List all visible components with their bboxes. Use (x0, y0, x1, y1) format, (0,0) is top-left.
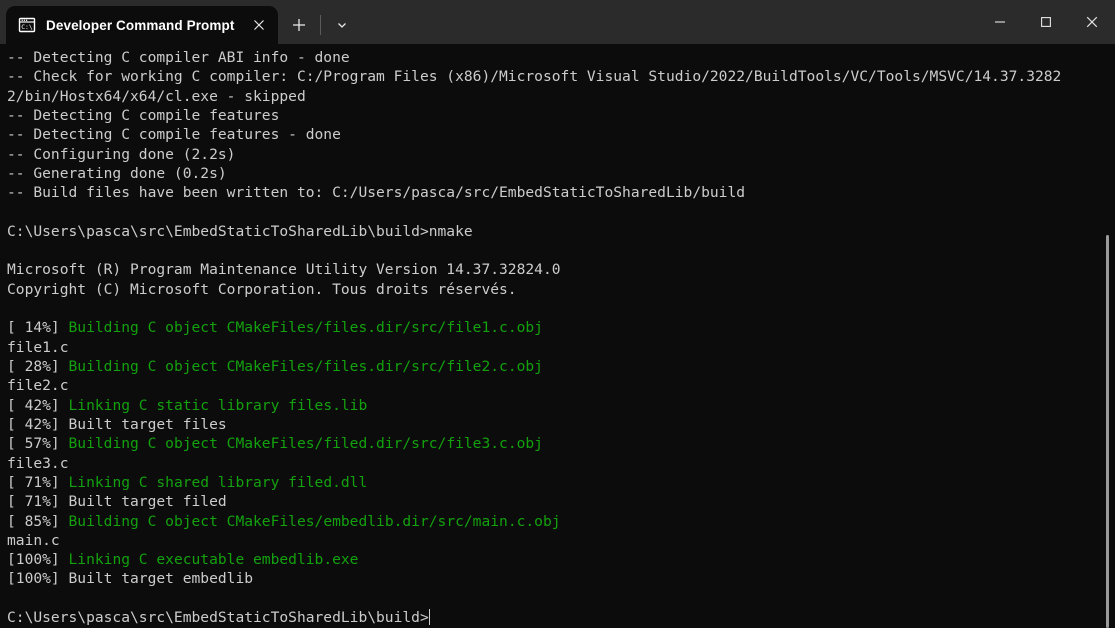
terminal-text: [ 42%] Built target files (7, 415, 227, 433)
terminal-text: C:\Users\pasca\src\EmbedStaticToSharedLi… (7, 609, 429, 627)
text-cursor (428, 609, 431, 626)
terminal-line: C:\Users\pasca\src\EmbedStaticToSharedLi… (7, 608, 1115, 627)
terminal-text: [ 71%] (7, 473, 69, 491)
maximize-icon[interactable] (1023, 0, 1069, 44)
terminal-text: -- Generating done (0.2s) (7, 164, 227, 182)
terminal-text: -- Build files have been written to: C:/… (7, 184, 746, 202)
terminal-text-green: Linking C executable embedlib.exe (68, 551, 359, 569)
terminal-text-green: Building C object CMakeFiles/files.dir/s… (68, 319, 543, 337)
scrollbar-thumb[interactable] (1106, 235, 1109, 628)
terminal-line: C:\Users\pasca\src\EmbedStaticToSharedLi… (7, 222, 1115, 241)
terminal-line: main.c (7, 531, 1115, 550)
terminal-line: -- Generating done (0.2s) (7, 164, 1115, 183)
terminal-text-green: Building C object CMakeFiles/filed.dir/s… (68, 435, 543, 453)
terminal-line: [100%] Linking C executable embedlib.exe (7, 550, 1115, 569)
terminal-text: -- Check for working C compiler: C:/Prog… (7, 68, 1062, 86)
new-tab-area (282, 6, 359, 44)
title-bar[interactable]: C:\ Developer Command Prompt (0, 0, 1115, 44)
terminal-line: Copyright (C) Microsoft Corporation. Tou… (7, 280, 1115, 299)
terminal-viewport[interactable]: -- Detecting C compiler ABI info - done -… (0, 44, 1115, 628)
terminal-line: -- Detecting C compile features (7, 106, 1115, 125)
terminal-line: [ 57%] Building C object CMakeFiles/file… (7, 434, 1115, 453)
minimize-icon[interactable] (977, 0, 1023, 44)
terminal-text: -- Detecting C compiler ABI info - done (7, 49, 350, 66)
terminal-text: [ 28%] (7, 358, 69, 375)
plus-icon[interactable] (282, 10, 316, 40)
terminal-text: [100%] Built target embedlib (7, 570, 254, 588)
terminal-text: file3.c (7, 454, 69, 472)
terminal-line: [ 42%] Built target files (7, 415, 1115, 434)
terminal-line: [ 71%] Linking C shared library filed.dl… (7, 473, 1115, 492)
terminal-line: [ 85%] Building C object CMakeFiles/embe… (7, 512, 1115, 531)
terminal-text: 2/bin/Hostx64/x64/cl.exe - skipped (7, 87, 306, 105)
close-icon[interactable] (1069, 0, 1115, 44)
tab-title: Developer Command Prompt (46, 17, 235, 33)
terminal-text: [ 71%] Built target filed (7, 493, 227, 511)
close-icon[interactable] (246, 12, 272, 38)
terminal-line: 2/bin/Hostx64/x64/cl.exe - skipped (7, 87, 1115, 106)
window-controls (977, 0, 1115, 44)
terminal-text: [ 42%] (7, 396, 69, 414)
terminal-line: file3.c (7, 454, 1115, 473)
terminal-text: -- Detecting C compile features (7, 106, 280, 124)
terminal-line: Microsoft (R) Program Maintenance Utilit… (7, 260, 1115, 279)
terminal-text-green: Building C object CMakeFiles/files.dir/s… (68, 358, 543, 375)
terminal-text: -- Detecting C compile features - done (7, 126, 341, 144)
terminal-line: file1.c (7, 338, 1115, 357)
terminal-output[interactable]: -- Detecting C compiler ABI info - done -… (7, 48, 1115, 627)
terminal-line: [100%] Built target embedlib (7, 569, 1115, 588)
terminal-text: [ 14%] (7, 319, 69, 337)
tab-strip: C:\ Developer Command Prompt (0, 0, 359, 44)
chevron-down-icon[interactable] (325, 10, 359, 40)
terminal-line: [ 42%] Linking C static library files.li… (7, 396, 1115, 415)
terminal-line: [ 28%] Building C object CMakeFiles/file… (7, 357, 1115, 376)
terminal-text: main.c (7, 531, 60, 549)
terminal-text: file2.c (7, 377, 69, 395)
terminal-text: [ 57%] (7, 435, 69, 453)
terminal-text: [100%] (7, 551, 69, 569)
terminal-text-green: Building C object CMakeFiles/embedlib.di… (68, 512, 561, 530)
terminal-line: file2.c (7, 376, 1115, 395)
terminal-text: Copyright (C) Microsoft Corporation. Tou… (7, 280, 517, 298)
toolbar-separator (320, 15, 322, 35)
svg-text:C:\: C:\ (21, 23, 33, 31)
terminal-line: -- Detecting C compile features - done (7, 125, 1115, 144)
terminal-text: C:\Users\pasca\src\EmbedStaticToSharedLi… (7, 222, 473, 240)
terminal-text: Microsoft (R) Program Maintenance Utilit… (7, 261, 561, 279)
terminal-line: -- Configuring done (2.2s) (7, 145, 1115, 164)
tab-developer-command-prompt[interactable]: C:\ Developer Command Prompt (6, 6, 279, 44)
terminal-line: [ 71%] Built target filed (7, 492, 1115, 511)
terminal-text: [ 85%] (7, 512, 69, 530)
terminal-line: [ 14%] Building C object CMakeFiles/file… (7, 318, 1115, 337)
terminal-text: file1.c (7, 338, 69, 356)
terminal-line: -- Detecting C compiler ABI info - done (7, 48, 1115, 67)
terminal-line: -- Build files have been written to: C:/… (7, 183, 1115, 202)
terminal-text-green: Linking C static library files.lib (68, 396, 368, 414)
terminal-window: C:\ Developer Command Prompt -- Detectin… (0, 0, 1115, 628)
vertical-scrollbar[interactable] (1099, 44, 1113, 628)
terminal-line: -- Check for working C compiler: C:/Prog… (7, 67, 1115, 86)
terminal-text-green: Linking C shared library filed.dll (68, 473, 368, 491)
command-prompt-icon: C:\ (18, 16, 36, 34)
terminal-text: -- Configuring done (2.2s) (7, 145, 236, 163)
